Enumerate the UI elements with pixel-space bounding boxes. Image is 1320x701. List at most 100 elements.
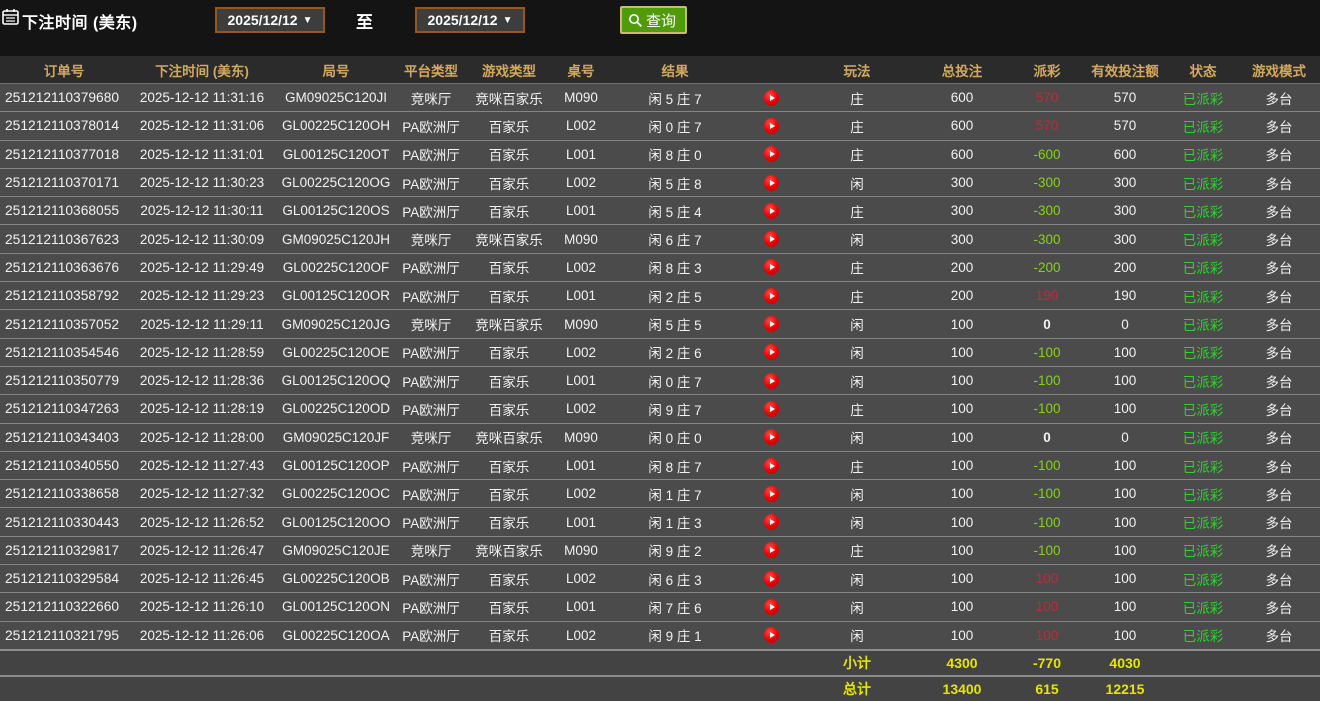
table-row: 251212110370171 2025-12-12 11:30:23 GL00… [0, 167, 1320, 197]
bet-side-cell: 闲 [850, 516, 864, 532]
play-icon[interactable] [763, 372, 779, 389]
play-icon[interactable] [763, 316, 779, 333]
play-icon[interactable] [763, 89, 779, 106]
platform-cell: PA欧洲厅 [402, 176, 460, 192]
total-bet-cell: 100 [950, 401, 974, 417]
column-header: 结果 [661, 63, 689, 79]
table-no-cell: L002 [565, 118, 597, 134]
play-icon[interactable] [763, 400, 779, 417]
game-mode-cell: 多台 [1265, 629, 1293, 645]
status-badge: 已派彩 [1182, 459, 1224, 475]
platform-cell: PA欧洲厅 [402, 261, 460, 277]
bet-side-cell: 庄 [850, 119, 864, 135]
payout-cell: 570 [1035, 118, 1059, 134]
table-row: 251212110367623 2025-12-12 11:30:09 GM09… [0, 224, 1320, 253]
play-icon[interactable] [763, 146, 779, 163]
game-mode-cell: 多台 [1265, 318, 1293, 334]
table-row: 251212110322660 2025-12-12 11:26:10 GL00… [0, 592, 1320, 621]
round-id-cell: GL00125C120OO [281, 514, 391, 530]
game-type-cell: 百家乐 [488, 204, 530, 220]
status-badge: 已派彩 [1182, 91, 1224, 107]
status-badge: 已派彩 [1182, 374, 1224, 390]
status-badge: 已派彩 [1182, 233, 1224, 249]
platform-cell: PA欧洲厅 [402, 516, 460, 532]
order-number-cell: 251212110354546 [5, 344, 120, 360]
game-type-cell: 百家乐 [488, 516, 530, 532]
bet-side-cell: 闲 [850, 629, 864, 645]
date-from-select[interactable]: 2025/12/12 ▼ [215, 7, 325, 33]
table-no-cell: L001 [565, 373, 597, 389]
replay-cell [740, 117, 802, 134]
table-row: 251212110379680 2025-12-12 11:31:16 GM09… [0, 83, 1320, 112]
order-number-cell: 251212110363676 [5, 259, 120, 275]
bet-side-cell: 庄 [850, 289, 864, 305]
payout-cell: 100 [1035, 599, 1059, 615]
result-cell: 闲 5 庄 4 [648, 204, 702, 220]
play-icon[interactable] [763, 570, 779, 587]
play-icon[interactable] [763, 117, 779, 134]
status-badge: 已派彩 [1182, 572, 1224, 588]
replay-cell [740, 429, 802, 446]
table-no-cell: L002 [565, 571, 597, 587]
game-type-cell: 竞咪百家乐 [475, 233, 543, 249]
game-mode-cell: 多台 [1265, 261, 1293, 277]
round-id-cell: GL00225C120OH [281, 118, 391, 134]
bet-time-cell: 2025-12-12 11:26:45 [139, 571, 265, 587]
date-range-to-label: 至 [356, 13, 373, 32]
bet-side-cell: 闲 [850, 233, 864, 249]
play-icon[interactable] [763, 598, 779, 615]
result-cell: 闲 9 庄 7 [648, 402, 702, 418]
game-mode-cell: 多台 [1265, 91, 1293, 107]
table-no-cell: L001 [565, 514, 597, 530]
game-type-cell: 百家乐 [488, 289, 530, 305]
subtotal-valid: 4030 [1109, 654, 1141, 671]
round-id-cell: GL00125C120OT [282, 146, 390, 162]
game-mode-cell: 多台 [1265, 572, 1293, 588]
replay-cell [740, 202, 802, 219]
table-row: 251212110330443 2025-12-12 11:26:52 GL00… [0, 507, 1320, 536]
bet-time-cell: 2025-12-12 11:31:01 [139, 146, 265, 162]
play-icon[interactable] [763, 514, 779, 531]
order-number-cell: 251212110357052 [5, 316, 120, 332]
column-header: 游戏类型 [482, 63, 536, 79]
bet-side-cell: 庄 [850, 544, 864, 560]
query-button[interactable]: 查询 [620, 6, 688, 34]
status-badge: 已派彩 [1182, 487, 1224, 503]
bet-side-cell: 庄 [850, 261, 864, 277]
bet-time-cell: 2025-12-12 11:30:09 [139, 231, 265, 247]
valid-bet-cell: 0 [1121, 429, 1129, 445]
play-icon[interactable] [763, 202, 779, 219]
bet-side-cell: 闲 [850, 318, 864, 334]
play-icon[interactable] [763, 457, 779, 474]
play-icon[interactable] [763, 259, 779, 276]
bet-time-cell: 2025-12-12 11:26:10 [139, 599, 265, 615]
game-type-cell: 百家乐 [488, 374, 530, 390]
payout-cell: -300 [1033, 175, 1061, 191]
platform-cell: 竞咪厅 [410, 91, 452, 107]
result-cell: 闲 6 庄 7 [648, 233, 702, 249]
play-icon[interactable] [763, 231, 779, 248]
status-badge: 已派彩 [1182, 544, 1224, 560]
play-icon[interactable] [763, 344, 779, 361]
round-id-cell: GL00225C120OA [282, 627, 390, 643]
game-mode-cell: 多台 [1265, 204, 1293, 220]
play-icon[interactable] [763, 542, 779, 559]
game-type-cell: 百家乐 [488, 148, 530, 164]
result-cell: 闲 8 庄 0 [648, 148, 702, 164]
status-badge: 已派彩 [1182, 119, 1224, 135]
date-to-select[interactable]: 2025/12/12 ▼ [415, 7, 525, 33]
query-button-label: 查询 [646, 12, 677, 30]
table-row: 251212110354546 2025-12-12 11:28:59 GL00… [0, 337, 1320, 366]
play-icon[interactable] [763, 485, 779, 502]
play-icon[interactable] [763, 429, 779, 446]
round-id-cell: GL00125C120ON [281, 599, 391, 615]
result-cell: 闲 9 庄 1 [648, 629, 702, 645]
table-row: 251212110350779 2025-12-12 11:28:36 GL00… [0, 365, 1320, 395]
play-icon[interactable] [763, 174, 779, 191]
bet-time-cell: 2025-12-12 11:28:59 [139, 344, 265, 360]
play-icon[interactable] [763, 287, 779, 304]
play-icon[interactable] [763, 627, 779, 644]
order-number-cell: 251212110358792 [5, 288, 120, 304]
total-bet-cell: 100 [950, 458, 974, 473]
round-id-cell: GL00125C120OS [282, 203, 390, 219]
